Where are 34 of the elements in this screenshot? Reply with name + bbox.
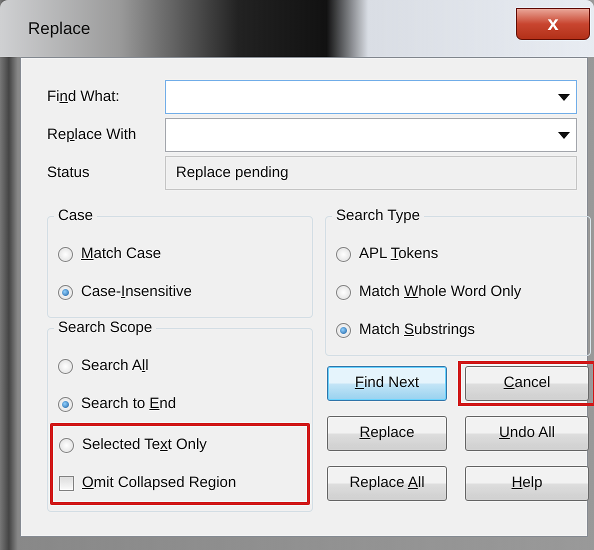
group-title: Search Type — [332, 206, 424, 226]
close-button[interactable]: x — [516, 8, 590, 40]
radio-button[interactable] — [336, 284, 351, 300]
option-label[interactable]: APL Tokens — [359, 242, 438, 266]
dropdown-arrow-icon[interactable] — [558, 132, 570, 138]
option-label[interactable]: Search All — [81, 354, 149, 378]
option-label[interactable]: Omit Collapsed Region — [82, 472, 236, 494]
option-label[interactable]: Match Case — [81, 242, 162, 266]
option-label[interactable]: Search to End — [81, 392, 176, 416]
window-title: Replace — [28, 18, 90, 40]
field-label: Status — [47, 162, 91, 183]
dialog-button[interactable]: Undo All — [465, 416, 589, 451]
radio-button[interactable] — [336, 322, 351, 338]
radio-button[interactable] — [58, 396, 73, 412]
dialog-button[interactable]: Help — [465, 466, 589, 501]
dropdown-arrow-icon[interactable] — [558, 94, 570, 100]
dialog-button[interactable]: Find Next — [327, 366, 447, 401]
dialog-button[interactable]: Replace — [327, 416, 447, 451]
radio-button[interactable] — [58, 284, 73, 300]
option-label[interactable]: Match Substrings — [359, 318, 475, 342]
field-label: Replace With — [47, 124, 138, 145]
radio-button[interactable] — [59, 438, 74, 452]
option-label[interactable]: Case-Insensitive — [81, 280, 192, 304]
option-label[interactable]: Selected Text Only — [82, 434, 207, 456]
group-title: Search Scope — [54, 318, 156, 338]
checkbox[interactable] — [59, 476, 74, 490]
dialog-button[interactable]: Cancel — [465, 366, 589, 401]
field-label: Find What: — [47, 86, 121, 107]
status-field: Replace pending — [164, 156, 577, 190]
option-label[interactable]: Match Whole Word Only — [359, 280, 522, 304]
radio-button[interactable] — [58, 358, 73, 374]
radio-button[interactable] — [336, 246, 351, 262]
dialog-button[interactable]: Replace All — [327, 466, 447, 501]
radio-button[interactable] — [58, 246, 73, 262]
